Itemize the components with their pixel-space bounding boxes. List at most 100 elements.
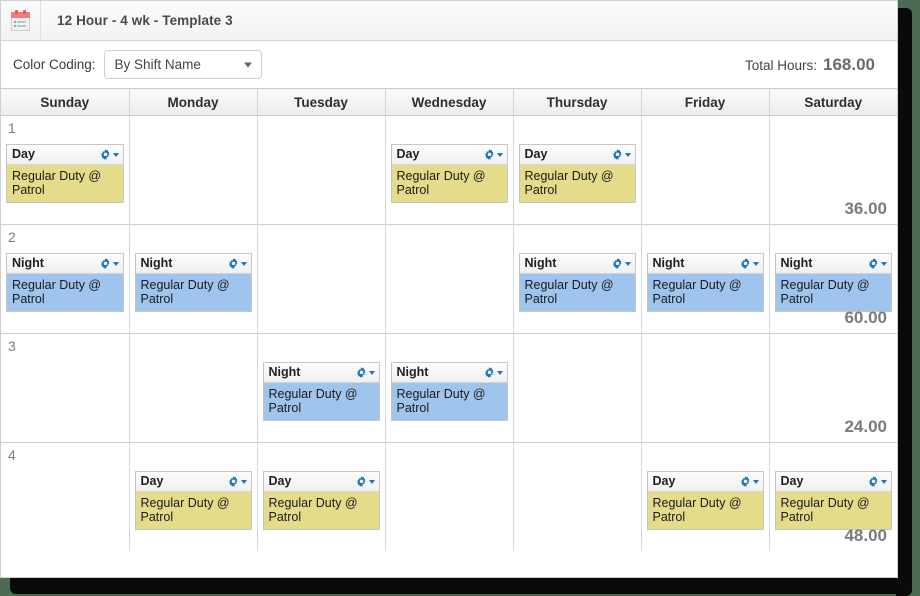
- shift-card[interactable]: Night Regular Duty @ Patrol: [518, 253, 636, 312]
- title-icon-cell: [1, 1, 41, 40]
- total-hours: Total Hours: 168.00: [745, 55, 885, 75]
- calendar-day-cell[interactable]: Day Regular Duty @ Patrol: [385, 115, 514, 225]
- calendar-day-cell[interactable]: [641, 115, 770, 225]
- calendar-header-row: Sunday Monday Tuesday Wednesday Thursday…: [1, 88, 897, 116]
- title-bar: 12 Hour - 4 wk - Template 3: [1, 1, 897, 41]
- caret-down-icon: [881, 479, 887, 484]
- shift-card[interactable]: Night Regular Duty @ Patrol: [390, 362, 508, 421]
- shift-card[interactable]: Day Regular Duty @ Patrol: [6, 144, 124, 203]
- shift-options-menu-button[interactable]: [228, 476, 247, 487]
- calendar-day-cell[interactable]: [129, 115, 258, 225]
- calendar-day-cell[interactable]: Night Regular Duty @ Patrol 60.00: [769, 224, 898, 334]
- shift-options-menu-button[interactable]: [740, 258, 759, 269]
- gear-icon: [868, 476, 879, 487]
- day-cell-content: Night Regular Duty @ Patrol: [642, 225, 769, 317]
- caret-down-icon: [752, 479, 759, 484]
- color-coding-select[interactable]: By Shift Name: [103, 50, 262, 79]
- shift-card[interactable]: Night Regular Duty @ Patrol: [774, 253, 892, 312]
- calendar-day-cell[interactable]: 1 Day Regular Duty @ Patrol: [1, 115, 130, 225]
- shift-card[interactable]: Day Regular Duty @ Patrol: [646, 471, 764, 530]
- gear-icon: [228, 258, 239, 269]
- calendar-day-cell[interactable]: 24.00: [769, 333, 897, 443]
- calendar-day-cell[interactable]: [257, 224, 386, 334]
- shift-options-menu-button[interactable]: [740, 476, 759, 487]
- shift-name: Night: [396, 365, 429, 380]
- shift-card[interactable]: Day Regular Duty @ Patrol: [262, 471, 380, 530]
- gear-icon: [868, 258, 879, 269]
- calendar-day-cell[interactable]: [513, 442, 642, 551]
- week-number: 3: [8, 338, 16, 354]
- week-number: 2: [8, 229, 16, 245]
- shift-card[interactable]: Day Regular Duty @ Patrol: [390, 144, 508, 203]
- shift-detail: Regular Duty @ Patrol: [7, 165, 123, 202]
- calendar-day-cell[interactable]: [129, 333, 258, 443]
- calendar-day-cell[interactable]: [513, 333, 642, 443]
- screen-root: 12 Hour - 4 wk - Template 3 Color Coding…: [0, 0, 920, 596]
- shift-options-menu-button[interactable]: [868, 258, 887, 269]
- shift-options-menu-button[interactable]: [484, 367, 503, 378]
- gear-icon: [740, 476, 751, 487]
- calendar-day-cell[interactable]: Day Regular Duty @ Patrol 48.00: [769, 443, 897, 552]
- column-header-tuesday: Tuesday: [257, 88, 386, 116]
- day-cell-content: [386, 225, 513, 258]
- shift-name: Day: [12, 147, 35, 162]
- shift-name: Night: [12, 256, 44, 271]
- calendar-day-cell[interactable]: [641, 333, 770, 443]
- calendar-day-cell[interactable]: 4: [1, 442, 130, 551]
- shift-options-menu-button[interactable]: [612, 258, 631, 269]
- calendar-day-cell[interactable]: 3: [1, 333, 130, 443]
- caret-down-icon: [112, 152, 119, 157]
- calendar-day-cell[interactable]: 36.00: [769, 115, 897, 225]
- calendar-day-cell[interactable]: 2 Night Regular Duty @ Patrol: [1, 224, 130, 334]
- calendar-day-cell[interactable]: Day Regular Duty @ Patrol: [513, 115, 642, 225]
- calendar-body: 1 Day Regular Duty @ Patrol Day Regular Duty…: [1, 115, 898, 552]
- calendar-week-row: 1 Day Regular Duty @ Patrol Day Regular Duty…: [1, 115, 897, 225]
- shift-card[interactable]: Night Regular Duty @ Patrol: [6, 253, 124, 312]
- calendar-day-cell[interactable]: Night Regular Duty @ Patrol: [129, 224, 258, 334]
- shift-card[interactable]: Night Regular Duty @ Patrol: [646, 253, 764, 312]
- shift-options-menu-button[interactable]: [100, 258, 119, 269]
- shift-name: Day: [524, 147, 548, 162]
- shift-card-header: Day: [263, 472, 379, 492]
- week-total-hours: 24.00: [844, 417, 887, 436]
- day-cell-content: Night Regular Duty @ Patrol: [258, 334, 385, 426]
- calendar-day-cell[interactable]: [257, 115, 386, 225]
- calendar-day-cell[interactable]: Day Regular Duty @ Patrol: [129, 442, 258, 551]
- calendar-week-row: 4 Day Regular Duty @ Patrol Day Regular Duty…: [1, 442, 897, 552]
- shift-card[interactable]: Day Regular Duty @ Patrol: [774, 471, 892, 530]
- calendar-day-cell[interactable]: Day Regular Duty @ Patrol: [257, 442, 386, 551]
- shift-detail: Regular Duty @ Patrol: [135, 492, 251, 529]
- shift-options-menu-button[interactable]: [868, 476, 887, 487]
- caret-down-icon: [752, 261, 759, 266]
- day-cell-content: [642, 334, 769, 367]
- day-cell-content: [130, 334, 257, 367]
- chevron-down-icon: [243, 62, 252, 67]
- caret-down-icon: [496, 370, 503, 375]
- shift-options-menu-button[interactable]: [612, 149, 631, 160]
- column-header-saturday: Saturday: [769, 88, 897, 116]
- shift-options-menu-button[interactable]: [100, 149, 119, 160]
- shift-detail: Regular Duty @ Patrol: [775, 274, 891, 311]
- shift-card[interactable]: Night Regular Duty @ Patrol: [262, 362, 380, 421]
- calendar-day-cell[interactable]: Night Regular Duty @ Patrol: [641, 224, 770, 334]
- shift-card[interactable]: Night Regular Duty @ Patrol: [134, 253, 252, 312]
- day-cell-content: Night Regular Duty @ Patrol: [130, 225, 257, 317]
- week-total-hours: 36.00: [844, 199, 887, 218]
- calendar-day-cell[interactable]: [385, 442, 514, 551]
- shift-options-menu-button[interactable]: [484, 149, 503, 160]
- shift-card[interactable]: Day Regular Duty @ Patrol: [518, 144, 636, 203]
- calendar-day-cell[interactable]: [385, 224, 514, 334]
- column-header-thursday: Thursday: [513, 88, 642, 116]
- calendar-day-cell[interactable]: Night Regular Duty @ Patrol: [513, 224, 642, 334]
- shift-options-menu-button[interactable]: [356, 367, 375, 378]
- shift-options-menu-button[interactable]: [228, 258, 247, 269]
- shift-name: Day: [652, 474, 676, 489]
- calendar-day-cell[interactable]: Night Regular Duty @ Patrol: [385, 333, 514, 443]
- shift-card[interactable]: Day Regular Duty @ Patrol: [134, 471, 252, 530]
- day-cell-content: Night Regular Duty @ Patrol: [770, 225, 898, 317]
- shift-detail: Regular Duty @ Patrol: [391, 165, 507, 202]
- shift-options-menu-button[interactable]: [356, 476, 375, 487]
- week-number: 4: [8, 447, 16, 463]
- calendar-day-cell[interactable]: Night Regular Duty @ Patrol: [257, 333, 386, 443]
- calendar-day-cell[interactable]: Day Regular Duty @ Patrol: [641, 442, 770, 551]
